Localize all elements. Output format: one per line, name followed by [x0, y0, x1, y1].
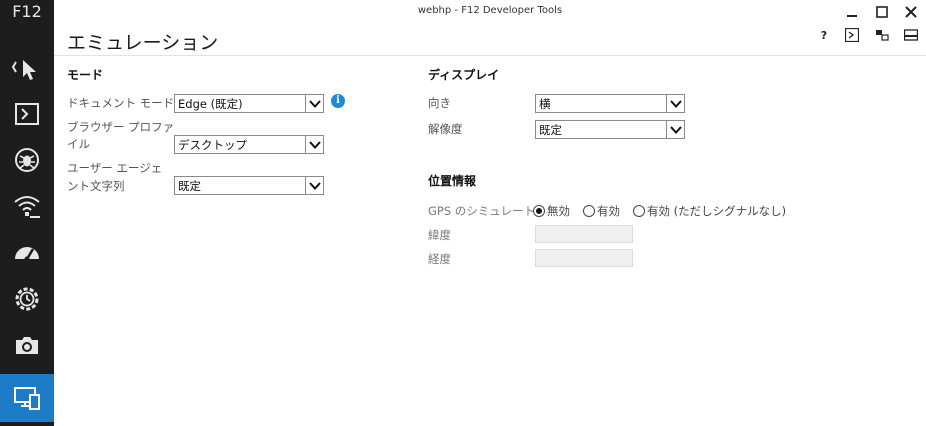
document-mode-value: Edge (既定) [178, 97, 243, 111]
camera-icon [16, 337, 38, 354]
gps-radio-enabled[interactable]: 有効 [583, 203, 620, 219]
console-icon [15, 103, 39, 125]
page-title: エミュレーション [67, 32, 219, 54]
gps-radio-enabled-no-signal-label: 有効 (ただしシグナルなし) [647, 204, 787, 218]
chevron-down-icon [666, 121, 684, 138]
rail-item-dom-explorer[interactable] [0, 45, 54, 91]
orientation-label: 向き [428, 96, 451, 110]
gauge-icon [15, 247, 39, 262]
browser-profile-label: ブラウザー プロファ [67, 120, 175, 134]
radio-indicator [633, 205, 645, 217]
gps-radio-enabled-label: 有効 [597, 204, 620, 218]
clock-gear-icon [15, 287, 39, 311]
bug-icon [15, 148, 39, 172]
wifi-icon [14, 196, 40, 218]
browser-profile-select[interactable]: デスクトップ [174, 135, 324, 154]
orientation-select[interactable]: 横 [535, 94, 685, 113]
mode-heading: モード [67, 68, 104, 82]
user-agent-value: 既定 [178, 179, 201, 193]
dock-icon [876, 30, 889, 41]
info-icon[interactable]: i [331, 94, 345, 108]
chevron-down-icon [666, 95, 684, 112]
orientation-value: 横 [539, 97, 551, 111]
latitude-label: 緯度 [428, 228, 451, 242]
latitude-field[interactable] [535, 225, 633, 243]
chevron-down-icon [305, 95, 323, 112]
user-agent-label: ユーザー エージェ [67, 161, 163, 175]
window-title: webhp - F12 Developer Tools [417, 5, 563, 16]
rail-item-debugger[interactable] [0, 137, 54, 183]
chevron-down-icon [305, 136, 323, 153]
maximize-button[interactable] [872, 3, 892, 21]
devices-icon [14, 387, 40, 410]
rail-item-screenshot[interactable] [0, 322, 54, 368]
geolocation-heading: 位置情報 [428, 174, 477, 188]
resolution-label: 解像度 [428, 122, 463, 136]
cursor-icon [12, 60, 36, 80]
document-mode-label: ドキュメント モード [67, 96, 175, 110]
display-heading: ディスプレイ [428, 68, 500, 82]
user-agent-select[interactable]: 既定 [174, 176, 324, 195]
longitude-field[interactable] [535, 249, 633, 267]
undock-button[interactable] [902, 26, 920, 44]
console-icon [845, 28, 859, 42]
help-icon: ? [820, 28, 828, 42]
rail-item-console[interactable] [0, 91, 54, 137]
f12-devtools-window: F12 webhp - F12 Developer Tools エミュレーション… [0, 0, 926, 426]
longitude-label: 経度 [428, 252, 451, 266]
gps-radio-enabled-no-signal[interactable]: 有効 (ただしシグナルなし) [633, 203, 786, 219]
rail-item-memory[interactable] [0, 276, 54, 322]
header-divider [54, 55, 926, 56]
console-toggle-button[interactable] [843, 26, 861, 44]
gps-radio-disabled[interactable]: 無効 [533, 203, 570, 219]
resolution-select[interactable]: 既定 [535, 120, 685, 139]
dock-button[interactable] [873, 26, 891, 44]
browser-profile-value: デスクトップ [178, 138, 247, 152]
resolution-value: 既定 [539, 123, 562, 137]
close-button[interactable] [901, 3, 921, 21]
document-mode-select[interactable]: Edge (既定) [174, 94, 324, 113]
gps-simulate-label: GPS のシミュレート [428, 204, 536, 218]
chevron-down-icon [305, 177, 323, 194]
minimize-icon [847, 15, 857, 17]
user-agent-label-cont: ント文字列 [67, 179, 125, 193]
radio-indicator [583, 205, 595, 217]
rail-item-performance[interactable] [0, 229, 54, 275]
browser-profile-label-cont: イル [67, 137, 90, 151]
gps-radio-disabled-label: 無効 [547, 204, 570, 218]
maximize-icon [876, 6, 888, 18]
rail-item-network[interactable] [0, 183, 54, 229]
rail-brand: F12 [12, 2, 42, 21]
tool-rail: F12 [0, 0, 54, 426]
minimize-button[interactable] [842, 3, 862, 21]
radio-selected-indicator [533, 205, 545, 217]
undock-icon [904, 29, 918, 41]
close-icon [905, 6, 917, 18]
rail-item-emulation[interactable] [0, 374, 54, 422]
help-button[interactable]: ? [815, 26, 833, 44]
